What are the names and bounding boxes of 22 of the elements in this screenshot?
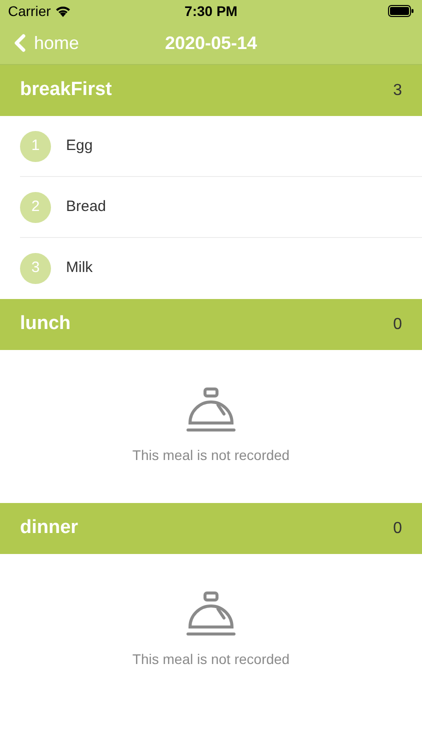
meal-name: dinner [20,516,78,540]
cloche-icon [186,591,236,637]
meal-count: 0 [393,314,402,334]
item-number: 1 [20,130,51,162]
food-name: Bread [66,196,106,217]
item-number: 3 [20,253,51,284]
food-name: Egg [66,136,93,156]
food-name: Milk [66,258,93,278]
back-button[interactable]: home [10,22,80,64]
item-number: 2 [20,192,51,222]
cloche-icon [186,387,236,433]
empty-message: This meal is not recorded [132,446,290,465]
battery-icon [388,5,414,17]
carrier-label: Carrier [8,2,51,20]
meal-name: lunch [20,312,71,336]
meal-name: breakFirst [20,78,112,102]
status-time: 7:30 PM [184,2,238,20]
meal-count: 0 [393,518,402,538]
wifi-icon [54,5,71,17]
meal-count: 3 [393,80,402,100]
empty-message: This meal is not recorded [132,650,290,669]
nav-title: 2020-05-14 [164,32,258,54]
